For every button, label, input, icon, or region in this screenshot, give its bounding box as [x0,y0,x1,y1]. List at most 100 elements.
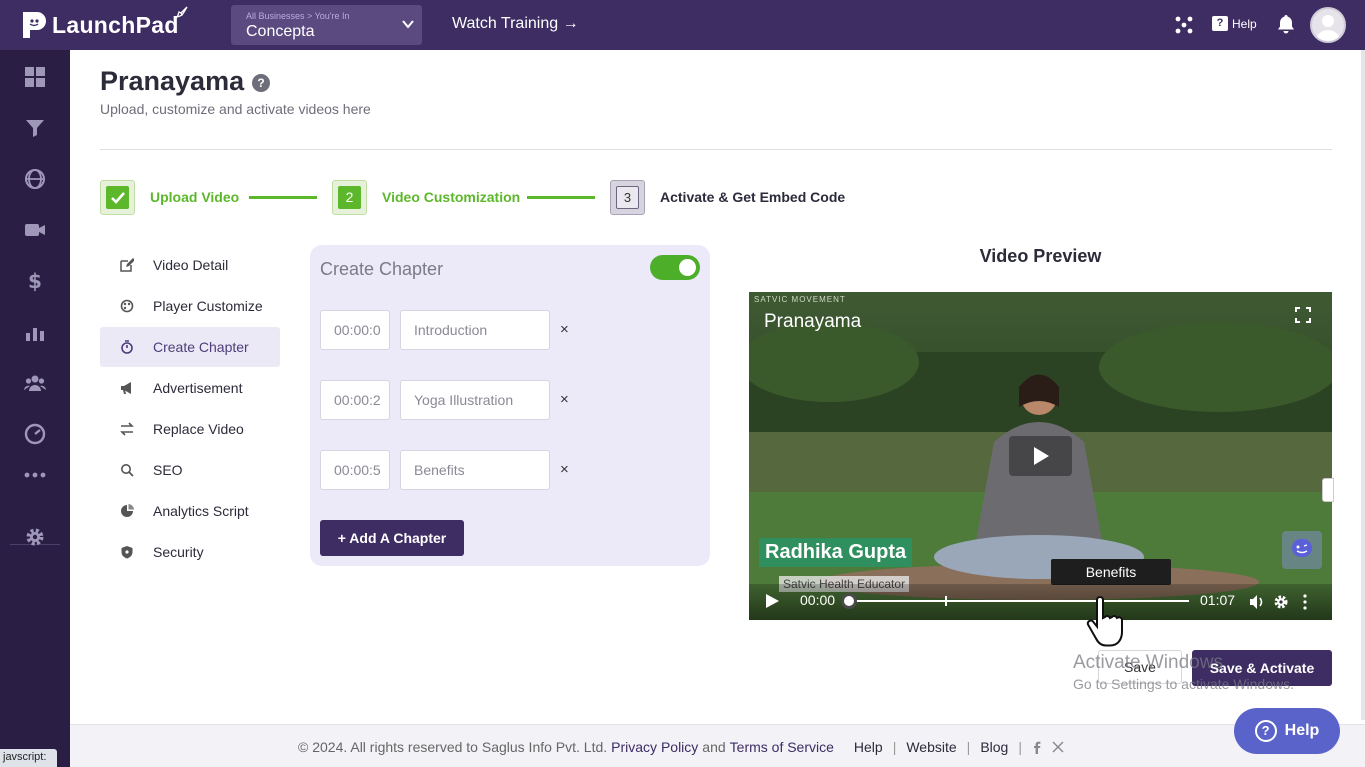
lower-third: Radhika Gupta Satvic Health Educator [759,538,913,592]
chapter-tooltip: Benefits [1051,559,1171,585]
progress-knob[interactable] [841,593,857,609]
current-time: 00:00 [800,592,836,608]
copyright-text: © 2024. All rights reserved to Saglus In… [298,739,608,755]
more-vertical-icon[interactable] [1299,594,1311,610]
video-player[interactable]: SATVIC MOVEMENT Pranayama Radhika Gupta … [749,292,1332,620]
menu-label: Analytics Script [153,503,249,519]
step-3-label[interactable]: Activate & Get Embed Code [660,189,845,205]
chapter-time-input[interactable]: 00:00:0 [320,310,390,350]
menu-security[interactable]: Security [100,532,280,572]
menu-video-detail[interactable]: Video Detail [100,245,280,285]
footer-website-link[interactable]: Website [906,739,956,755]
gauge-icon[interactable] [24,423,46,445]
x-twitter-icon[interactable] [1052,741,1064,753]
app-name: LaunchPad [52,11,179,38]
help-chat-button[interactable]: ? Help [1234,708,1340,754]
privacy-policy-link[interactable]: Privacy Policy [611,739,698,755]
terms-link[interactable]: Terms of Service [730,739,834,755]
chapter-toggle[interactable] [650,255,700,280]
save-button[interactable]: Save [1098,650,1182,684]
chat-bot-icon[interactable] [1282,531,1322,569]
big-play-button[interactable] [1009,436,1072,476]
watch-training-link[interactable]: Watch Training → [452,15,579,33]
video-icon[interactable] [24,219,46,241]
menu-create-chapter[interactable]: Create Chapter [100,327,280,367]
globe-icon[interactable] [24,168,46,190]
step-1-box[interactable] [100,180,135,215]
play-icon[interactable] [764,593,780,609]
apps-grid-icon[interactable] [1175,16,1193,34]
card-title: Create Chapter [320,259,444,279]
menu-label: Player Customize [153,298,263,314]
chapter-name-input[interactable]: Benefits [400,450,550,490]
video-brand: SATVIC MOVEMENT [754,295,846,304]
menu-analytics-script[interactable]: Analytics Script [100,491,280,531]
scrollbar[interactable] [1361,50,1365,720]
more-icon[interactable] [24,464,46,486]
step-3-box[interactable]: 3 [610,180,645,215]
play-icon [1034,447,1049,465]
dashboard-icon[interactable] [24,66,46,88]
fullscreen-icon[interactable] [1295,307,1311,323]
step-2-box[interactable]: 2 [332,180,367,215]
edit-icon [120,258,134,272]
remove-chapter-icon[interactable]: × [560,462,572,477]
help-circle-icon: ? [1254,720,1277,742]
footer-blog-link[interactable]: Blog [980,739,1008,755]
analytics-icon[interactable] [24,321,46,343]
chapter-time-input[interactable]: 00:00:2 [320,380,390,420]
bell-icon[interactable] [1277,14,1295,34]
step-3-number: 3 [616,186,639,209]
add-chapter-button[interactable]: + Add A Chapter [320,520,464,556]
remove-chapter-icon[interactable]: × [560,322,572,337]
question-icon[interactable]: ? [252,74,270,92]
step-1-label[interactable]: Upload Video [150,189,239,205]
top-bar: LaunchPad All Businesses > You're In Con… [0,0,1365,50]
video-title: Pranayama [764,311,862,332]
menu-label: Replace Video [153,421,244,437]
swap-icon [120,422,134,436]
header-divider [100,149,1332,150]
step-2-label[interactable]: Video Customization [382,189,520,205]
progress-track[interactable] [849,600,1189,602]
lower-third-name: Radhika Gupta [759,538,913,567]
remove-chapter-icon[interactable]: × [560,392,572,407]
chapter-name-input[interactable]: Yoga Illustration [400,380,550,420]
help-icon: ? [1212,16,1228,31]
chapter-name-input[interactable]: Introduction [400,310,550,350]
facebook-icon[interactable] [1032,741,1042,754]
hand-cursor-icon [1086,596,1123,647]
settings-gear-icon[interactable] [1273,594,1289,610]
menu-advertisement[interactable]: Advertisement [100,368,280,408]
users-icon[interactable] [24,372,46,394]
launchpad-logo-icon [23,12,46,38]
menu-label: SEO [153,462,183,478]
page-subtitle: Upload, customize and activate videos he… [100,101,371,117]
menu-label: Video Detail [153,257,229,273]
side-handle[interactable] [1322,478,1334,502]
page-title: Pranayama [100,66,245,96]
volume-icon[interactable] [1249,594,1265,610]
search-icon [121,464,134,477]
chapter-marker[interactable] [945,596,947,606]
dollar-icon[interactable]: $ [24,270,46,292]
menu-seo[interactable]: SEO [100,450,280,490]
footer-help-link[interactable]: Help [854,739,883,755]
pie-chart-icon [121,504,134,517]
user-avatar[interactable] [1310,7,1346,43]
menu-replace-video[interactable]: Replace Video [100,409,280,449]
menu-label: Advertisement [153,380,243,396]
chevron-down-icon [402,20,414,29]
settings-icon[interactable] [24,526,46,548]
funnel-icon[interactable] [24,117,46,139]
menu-player-customize[interactable]: Player Customize [100,286,280,326]
video-controls: 00:00 01:07 [749,584,1332,620]
chapter-time-input[interactable]: 00:00:5 [320,450,390,490]
step-2-number: 2 [338,186,361,209]
duration: 01:07 [1200,592,1236,608]
help-link[interactable]: ? Help [1212,16,1257,31]
save-activate-button[interactable]: Save & Activate [1192,650,1332,686]
app-logo[interactable]: LaunchPad [20,9,179,41]
business-selector[interactable]: All Businesses > You're In Concepta [231,5,422,45]
help-label: Help [1232,16,1257,31]
